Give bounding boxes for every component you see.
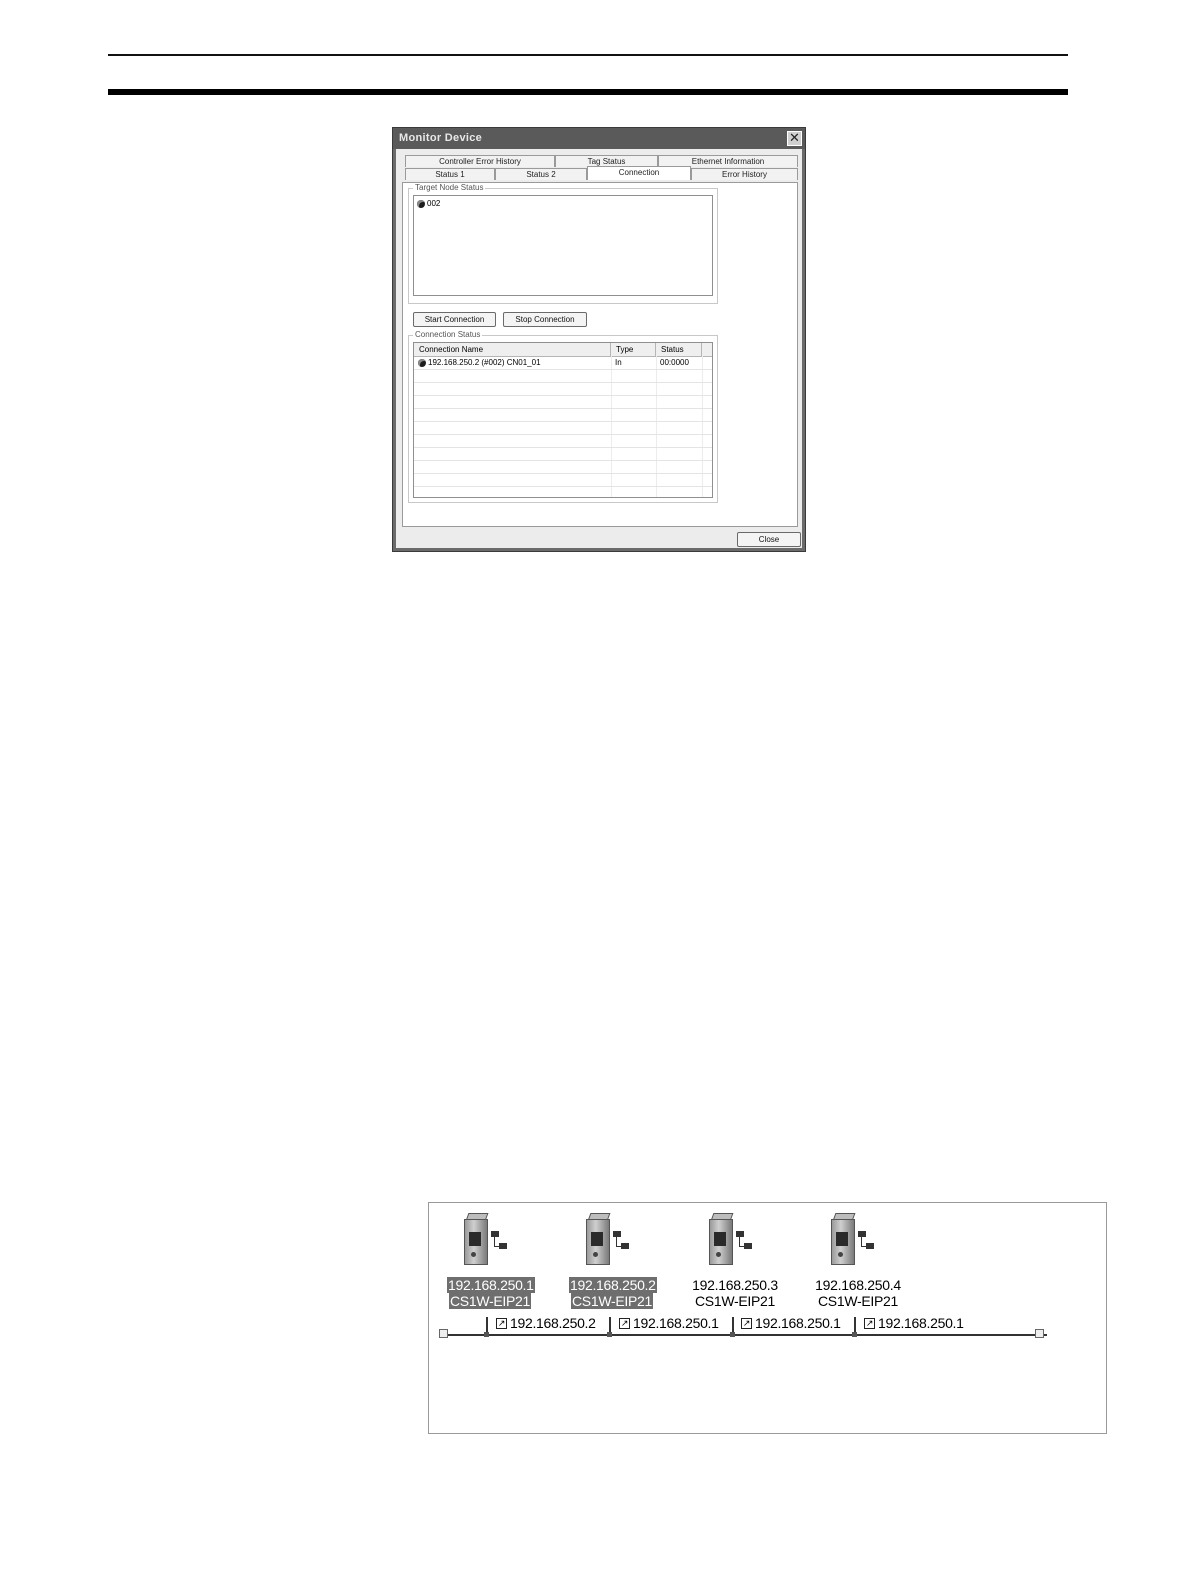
start-connection-button[interactable]: Start Connection [413, 312, 496, 327]
connection-type-cell: In [615, 358, 622, 367]
column-header-connection-name[interactable]: Connection Name [414, 343, 611, 356]
tab-connection[interactable]: Connection [587, 166, 691, 180]
node-id: 002 [427, 199, 441, 208]
connection-status-label: Connection Status [413, 330, 483, 339]
node-item[interactable]: 002 [417, 199, 440, 208]
plc-icon[interactable] [831, 1213, 874, 1265]
network-bus-line [444, 1334, 1047, 1336]
connection-link[interactable]: ↗ 192.168.250.2 [496, 1315, 596, 1331]
close-icon[interactable]: ✕ [787, 131, 802, 146]
dialog-body: Controller Error History Tag Status Ethe… [396, 149, 802, 548]
column-header-type[interactable]: Type [611, 343, 656, 356]
table-row [414, 383, 712, 396]
table-row [414, 370, 712, 383]
tab-controller-error-history[interactable]: Controller Error History [405, 155, 555, 167]
connection-name: 192.168.250.2 (#002) CN01_01 [428, 358, 541, 367]
node-ip: 192.168.250.4 [815, 1277, 901, 1293]
stop-connection-button[interactable]: Stop Connection [503, 312, 587, 327]
node-label[interactable]: 192.168.250.1 CS1W-EIP21 [447, 1277, 535, 1309]
table-row [414, 461, 712, 474]
header-rule-thin [108, 54, 1068, 56]
node-label[interactable]: 192.168.250.4 CS1W-EIP21 [815, 1277, 901, 1309]
shortcut-arrow-icon: ↗ [496, 1317, 507, 1329]
connection-target: 192.168.250.1 [633, 1315, 719, 1331]
bus-terminator-icon [439, 1329, 448, 1338]
close-button[interactable]: Close [737, 532, 801, 547]
node-model: CS1W-EIP21 [571, 1293, 653, 1309]
table-row [414, 422, 712, 435]
bus-tap [730, 1332, 735, 1337]
target-node-status-label: Target Node Status [413, 183, 486, 192]
node-model: CS1W-EIP21 [449, 1293, 531, 1309]
node-label[interactable]: 192.168.250.2 CS1W-EIP21 [569, 1277, 657, 1309]
table-row [414, 396, 712, 409]
connection-status-group: Connection Status Connection Name Type S… [408, 330, 718, 503]
table-row [414, 435, 712, 448]
tab-error-history[interactable]: Error History [691, 168, 798, 180]
connection-name-cell: 192.168.250.2 (#002) CN01_01 [414, 357, 611, 369]
table-row [414, 409, 712, 422]
connection-status-cell: 00:0000 [660, 358, 689, 367]
monitor-device-dialog: Monitor Device ✕ Controller Error Histor… [392, 127, 806, 552]
connection-link[interactable]: ↗ 192.168.250.1 [741, 1315, 841, 1331]
tab-status-2[interactable]: Status 2 [495, 168, 587, 180]
node-status-icon [417, 199, 425, 208]
node-model: CS1W-EIP21 [695, 1293, 775, 1309]
connection-link[interactable]: ↗ 192.168.250.1 [619, 1315, 719, 1331]
target-node-status-group: Target Node Status 002 [408, 183, 718, 304]
connection-link[interactable]: ↗ 192.168.250.1 [864, 1315, 964, 1331]
node-model: CS1W-EIP21 [818, 1293, 898, 1309]
connection-target: 192.168.250.2 [510, 1315, 596, 1331]
bus-tap [607, 1332, 612, 1337]
dialog-title-bar: Monitor Device ✕ [393, 128, 805, 149]
target-node-list[interactable]: 002 [413, 195, 713, 296]
tab-status-1[interactable]: Status 1 [405, 168, 495, 180]
node-label[interactable]: 192.168.250.3 CS1W-EIP21 [692, 1277, 778, 1309]
node-ip: 192.168.250.3 [692, 1277, 778, 1293]
plc-icon[interactable] [586, 1213, 629, 1265]
header-rule-thick [108, 89, 1068, 95]
plc-icon[interactable] [709, 1213, 752, 1265]
bus-terminator-icon [1035, 1329, 1044, 1338]
table-row [414, 474, 712, 487]
bus-tap [484, 1332, 489, 1337]
bus-tap [852, 1332, 857, 1337]
connection-status-icon [418, 359, 426, 367]
shortcut-arrow-icon: ↗ [741, 1317, 752, 1329]
table-header: Connection Name Type Status [414, 343, 712, 357]
network-diagram: 192.168.250.1 CS1W-EIP21 192.168.250.2 C… [428, 1202, 1107, 1434]
dialog-title: Monitor Device [399, 132, 483, 144]
shortcut-arrow-icon: ↗ [619, 1317, 630, 1329]
table-row[interactable]: 192.168.250.2 (#002) CN01_01 In 00:0000 [414, 357, 712, 370]
connection-target: 192.168.250.1 [878, 1315, 964, 1331]
node-ip: 192.168.250.1 [447, 1277, 535, 1293]
connection-target: 192.168.250.1 [755, 1315, 841, 1331]
table-row [414, 448, 712, 461]
connection-status-table[interactable]: Connection Name Type Status 192.168.250.… [413, 342, 713, 498]
node-ip: 192.168.250.2 [569, 1277, 657, 1293]
connection-tab-panel: Target Node Status 002 Start Connection … [402, 182, 798, 527]
column-header-status[interactable]: Status [656, 343, 702, 356]
plc-icon[interactable] [464, 1213, 507, 1265]
shortcut-arrow-icon: ↗ [864, 1317, 875, 1329]
